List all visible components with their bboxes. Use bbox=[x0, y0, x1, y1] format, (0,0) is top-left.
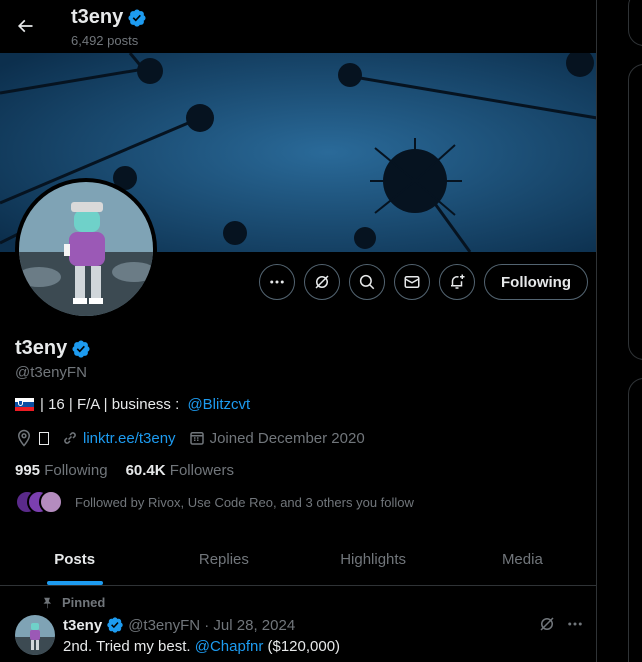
tab-label: Posts bbox=[54, 550, 96, 568]
followed-by-avatars bbox=[15, 490, 67, 514]
tab-label: Replies bbox=[198, 550, 249, 568]
post-actions bbox=[538, 615, 584, 633]
profile-avatar[interactable] bbox=[15, 178, 157, 320]
followed-by-text: Followed by Rivox, Use Code Reo, and 3 o… bbox=[75, 494, 414, 510]
post-text: 2nd. Tried my best. @Chapfnr ($120,000) bbox=[63, 638, 340, 655]
bio-text: | 16 | F/A | business : bbox=[40, 396, 184, 413]
location-emoji bbox=[39, 431, 49, 445]
profile-stats: 995 Following 60.4K Followers bbox=[15, 462, 234, 479]
followers-label: Followers bbox=[169, 462, 234, 479]
search-button[interactable] bbox=[349, 264, 385, 300]
post-mention-link[interactable]: @Chapfnr bbox=[195, 638, 264, 655]
header-name: t3eny bbox=[71, 6, 124, 28]
tab-label: Media bbox=[501, 550, 543, 568]
joined-item: Joined December 2020 bbox=[188, 429, 365, 447]
sidebar-card bbox=[628, 64, 642, 360]
profile-name: t3eny bbox=[15, 337, 91, 360]
right-sidebar bbox=[598, 0, 642, 662]
active-tab-indicator bbox=[46, 581, 103, 585]
profile-meta: linktr.ee/t3eny Joined December 2020 bbox=[15, 429, 377, 447]
grok-icon[interactable] bbox=[538, 615, 556, 633]
verified-badge-icon bbox=[128, 8, 146, 27]
back-arrow-icon bbox=[17, 19, 33, 33]
mini-avatar bbox=[39, 490, 63, 514]
pinned-label: Pinned bbox=[40, 595, 105, 610]
avatar-image bbox=[15, 615, 55, 655]
tab-replies[interactable]: Replies bbox=[149, 533, 298, 585]
slovenia-flag-icon bbox=[15, 398, 34, 411]
sidebar-card bbox=[628, 378, 642, 662]
website-item: linktr.ee/t3eny bbox=[61, 429, 176, 447]
post-avatar[interactable] bbox=[15, 615, 55, 655]
link-icon bbox=[64, 432, 76, 444]
tab-label: Highlights bbox=[340, 550, 407, 568]
joined-date: Joined December 2020 bbox=[209, 429, 365, 447]
search-box[interactable] bbox=[628, 0, 642, 46]
verified-badge-icon[interactable] bbox=[71, 339, 91, 359]
calendar-icon bbox=[189, 432, 204, 445]
notifications-button[interactable] bbox=[439, 264, 475, 300]
followers-stat[interactable]: 60.4K Followers bbox=[126, 462, 234, 479]
tab-media[interactable]: Media bbox=[448, 533, 596, 585]
followed-by[interactable]: Followed by Rivox, Use Code Reo, and 3 o… bbox=[15, 490, 414, 514]
pin-icon bbox=[43, 597, 52, 608]
post-author-name[interactable]: t3eny bbox=[63, 617, 102, 634]
search-icon bbox=[359, 274, 375, 290]
website-link[interactable]: linktr.ee/t3eny bbox=[83, 430, 176, 447]
more-button[interactable] bbox=[259, 264, 295, 300]
profile-column: t3eny 6,492 posts Following t3eny @t3eny… bbox=[0, 0, 597, 662]
notification-plus-icon bbox=[451, 274, 465, 289]
profile-tabs: Posts Replies Highlights Media bbox=[0, 533, 596, 586]
message-button[interactable] bbox=[394, 264, 430, 300]
tab-posts[interactable]: Posts bbox=[0, 533, 149, 585]
location-icon bbox=[17, 429, 31, 447]
message-icon bbox=[404, 276, 420, 288]
tab-highlights[interactable]: Highlights bbox=[299, 533, 448, 585]
post-text-prefix: 2nd. Tried my best. bbox=[63, 638, 195, 655]
following-button[interactable]: Following bbox=[484, 264, 588, 300]
following-stat[interactable]: 995 Following bbox=[15, 462, 108, 479]
following-label: Following bbox=[44, 462, 108, 479]
more-icon bbox=[270, 280, 284, 284]
profile-handle: @t3enyFN bbox=[15, 364, 87, 381]
display-name: t3eny bbox=[15, 337, 68, 359]
top-header: t3eny 6,492 posts bbox=[0, 0, 596, 53]
bio-mention-link[interactable]: @Blitzcvt bbox=[187, 396, 250, 413]
post-handle-date: @t3enyFN · Jul 28, 2024 bbox=[128, 616, 296, 634]
more-icon[interactable] bbox=[566, 615, 584, 633]
avatar-image bbox=[19, 182, 153, 316]
followers-count: 60.4K bbox=[125, 462, 166, 479]
post-header: t3eny @t3enyFN · Jul 28, 2024 bbox=[63, 616, 295, 634]
location-item bbox=[15, 429, 49, 447]
profile-actions: Following bbox=[259, 264, 588, 300]
pinned-text: Pinned bbox=[62, 595, 106, 610]
post-count: 6,492 posts bbox=[71, 33, 139, 48]
back-button[interactable] bbox=[8, 8, 42, 44]
header-title: t3eny bbox=[71, 6, 147, 29]
verified-badge-icon bbox=[107, 617, 123, 633]
grok-button[interactable] bbox=[304, 264, 340, 300]
profile-bio: | 16 | F/A | business : @Blitzcvt bbox=[15, 396, 250, 413]
grok-icon bbox=[315, 275, 329, 289]
post-text-suffix: ($120,000) bbox=[263, 638, 341, 655]
following-count: 995 bbox=[15, 462, 41, 479]
